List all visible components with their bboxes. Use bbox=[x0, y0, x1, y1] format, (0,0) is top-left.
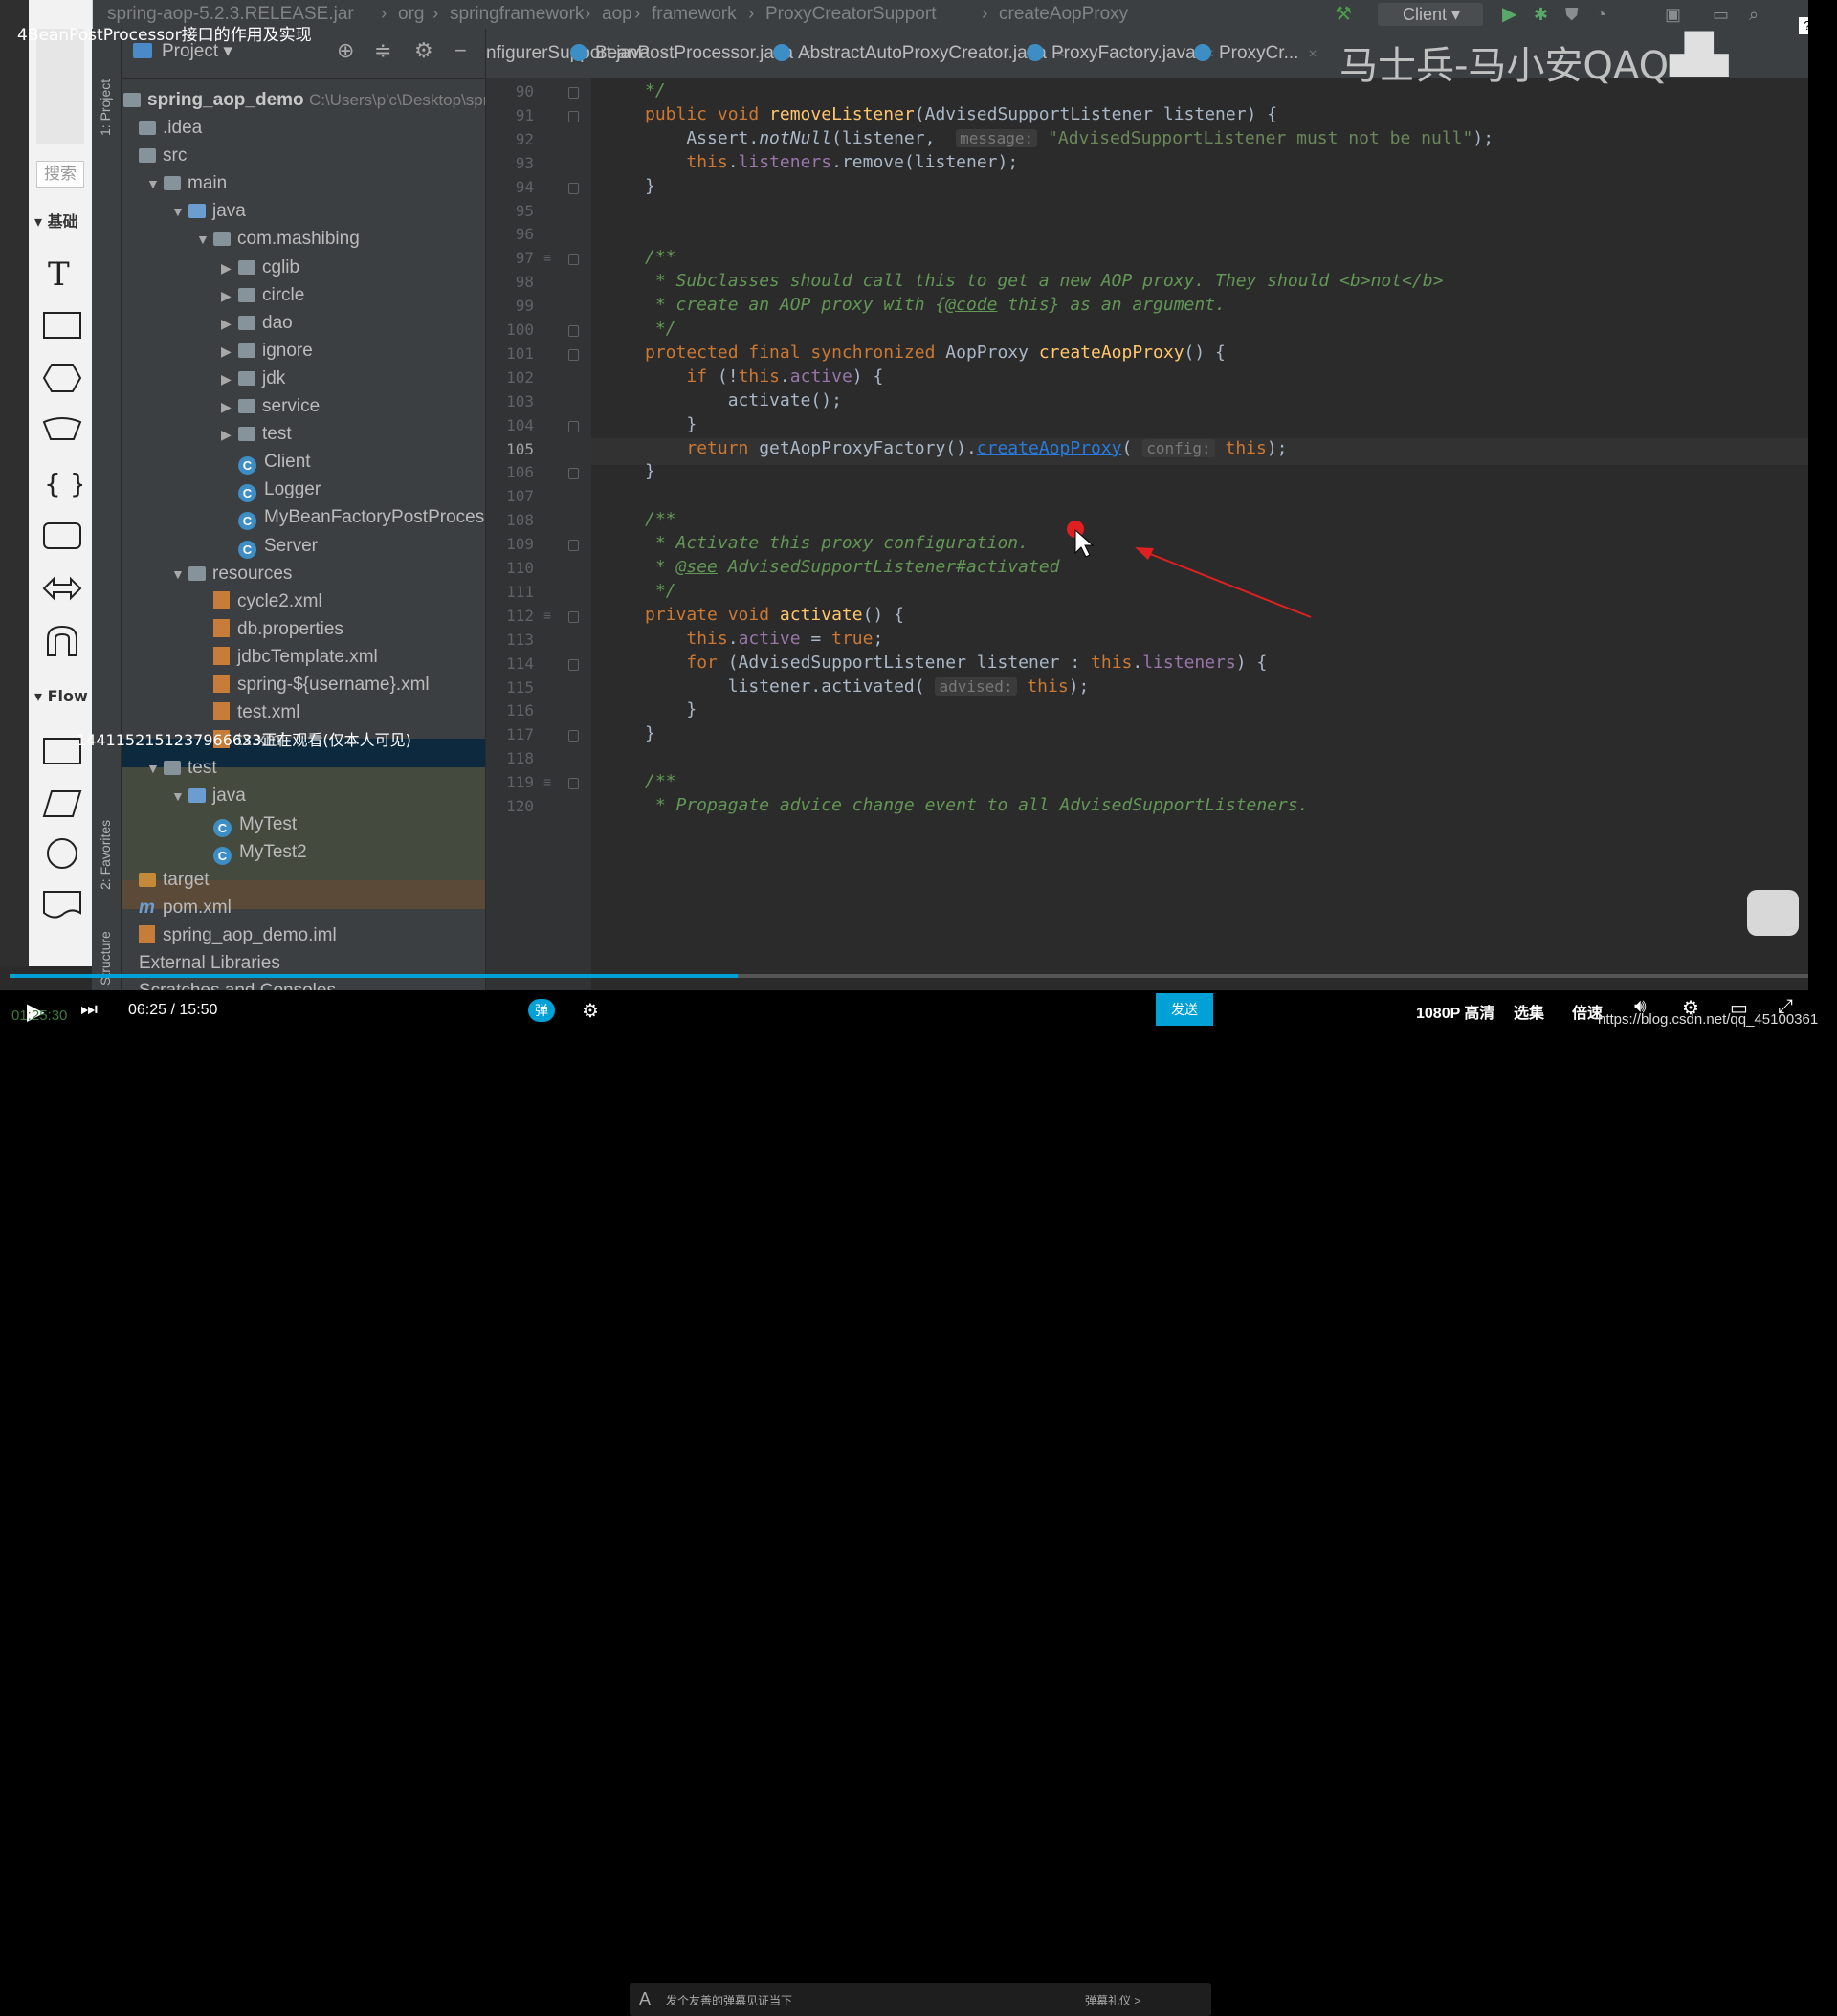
widescreen-icon[interactable]: ▭ bbox=[1730, 996, 1748, 1020]
uploader-watermark: 马士兵-马小安QAQ bbox=[1339, 44, 1670, 88]
time-display: 06:25 / 15:50 bbox=[128, 1002, 218, 1018]
danmaku-style-icon[interactable]: A bbox=[639, 1989, 651, 2009]
bilibili-logo-icon: ▟▙ bbox=[1670, 33, 1729, 77]
danmaku-placeholder: 发个友善的弹幕见证当下 bbox=[666, 1994, 793, 2007]
viewer-notice: 1441152151237966633正在观看(仅本人可见) bbox=[77, 731, 411, 749]
red-arrow-line bbox=[1140, 549, 1312, 618]
danmaku-toggle-icon[interactable]: 弹 bbox=[528, 999, 555, 1022]
video-frame: spring-aop-5.2.3.RELEASE.jar › org › springf… bbox=[0, 0, 1837, 1033]
time-current: 06:25 bbox=[128, 1002, 167, 1018]
time-total: 15:50 bbox=[179, 1002, 218, 1018]
quality-select[interactable]: 1080P 高清 bbox=[1416, 1000, 1494, 1023]
next-icon[interactable]: ⏭ bbox=[80, 999, 98, 1021]
player-control-bar: ▶ ⏭ 01:25:30 06:25 / 15:50 弹 ⚙ A 发个友善的弹幕… bbox=[0, 990, 1837, 2016]
danmaku-etiquette-link[interactable]: 弹幕礼仪 > bbox=[1085, 1992, 1140, 2008]
fullscreen-icon[interactable]: ⤢ bbox=[1778, 996, 1793, 1018]
video-title: 4BeanPostProcessor接口的作用及实现 bbox=[17, 26, 312, 45]
right-margin bbox=[1808, 0, 1837, 990]
settings-icon[interactable]: ⚙ bbox=[1682, 996, 1699, 1020]
progress-played bbox=[10, 974, 739, 978]
tv-mini-icon[interactable] bbox=[1747, 890, 1799, 936]
red-arrow-head bbox=[1135, 547, 1154, 560]
danmaku-input[interactable]: A 发个友善的弹幕见证当下 弹幕礼仪 > bbox=[630, 1983, 1211, 2016]
danmaku-settings-icon[interactable]: ⚙ bbox=[582, 999, 599, 1023]
send-button[interactable]: 发送 bbox=[1156, 993, 1213, 1026]
mouse-cursor-icon bbox=[1074, 528, 1095, 558]
episodes-button[interactable]: 选集 bbox=[1514, 1000, 1544, 1023]
annotation-layer bbox=[1067, 521, 1312, 618]
side-time: 01:25:30 bbox=[11, 1008, 68, 1024]
volume-icon[interactable]: 🔊︎ bbox=[1634, 996, 1647, 1018]
